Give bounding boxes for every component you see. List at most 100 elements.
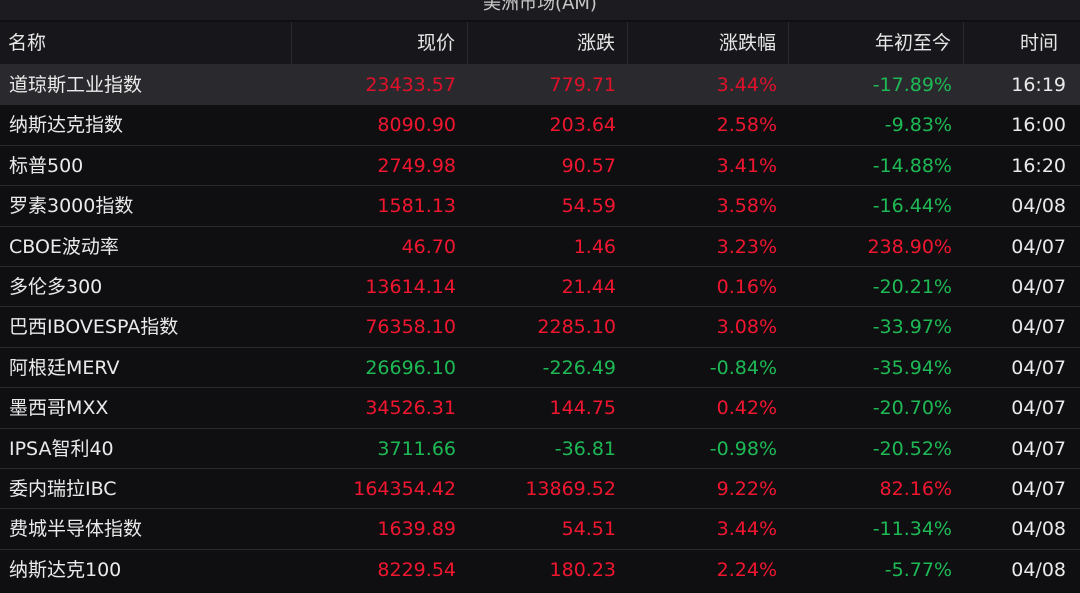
row-ytd: -33.97%	[872, 316, 952, 339]
row-name: 纳斯达克100	[9, 558, 122, 581]
row-change: 21.44	[561, 276, 616, 298]
row-ytd: -9.83%	[884, 114, 952, 137]
row-change-pct: 2.24%	[716, 558, 777, 581]
row-price: 164354.42	[353, 478, 456, 500]
row-price: 2749.98	[377, 154, 456, 177]
row-name: 巴西IBOVESPA指数	[9, 316, 179, 339]
row-time: 04/08	[1011, 195, 1066, 218]
row-time: 16:19	[1011, 74, 1066, 96]
row-time: 04/08	[1011, 558, 1066, 581]
row-change: 1.46	[573, 235, 616, 258]
table-row[interactable]: IPSA智利40 3711.66 -36.81 -0.98% -20.52% 04/07	[0, 427, 1080, 468]
row-name: 标普500	[9, 154, 84, 177]
row-time: 04/07	[1011, 276, 1066, 298]
table-row[interactable]: 委内瑞拉IBC 164354.42 13869.52 9.22% 82.16% 04/07	[0, 468, 1080, 508]
row-ytd: -16.44%	[872, 195, 952, 218]
table-row[interactable]: CBOE波动率 46.70 1.46 3.23% 238.90% 04/07	[0, 225, 1080, 266]
row-change: 779.71	[549, 74, 616, 96]
row-change: 90.57	[561, 154, 616, 177]
row-change: 54.59	[561, 195, 616, 218]
market-panel: 美洲市场(AM) 名称 现价 涨跌 涨跌幅 年初至今 时间 道琼斯工业指数 234…	[0, 0, 1080, 593]
table-header: 名称 现价 涨跌 涨跌幅 年初至今 时间	[0, 22, 1080, 64]
row-time: 04/07	[1011, 437, 1066, 460]
table-row[interactable]: 巴西IBOVESPA指数 76358.10 2285.10 3.08% -33.97% 0…	[0, 306, 1080, 346]
row-change-pct: 9.22%	[716, 478, 777, 500]
row-change: 13869.52	[525, 478, 616, 500]
row-change-pct: 3.44%	[716, 518, 777, 541]
row-price: 8229.54	[377, 558, 456, 581]
row-change-pct: 0.42%	[716, 397, 777, 420]
row-change-pct: 3.23%	[716, 235, 777, 258]
row-time: 04/07	[1011, 316, 1066, 339]
row-change: -36.81	[554, 437, 616, 460]
row-price: 8090.90	[377, 114, 456, 137]
row-price: 26696.10	[365, 356, 456, 379]
table-row[interactable]: 多伦多300 13614.14 21.44 0.16% -20.21% 04/07	[0, 266, 1080, 306]
row-ytd: -20.70%	[872, 397, 952, 420]
table-row[interactable]: 罗素3000指数 1581.13 54.59 3.58% -16.44% 04/08	[0, 185, 1080, 225]
panel-title: 美洲市场(AM)	[483, 0, 597, 14]
column-header-time[interactable]: 时间	[964, 22, 1080, 64]
table-row[interactable]: 纳斯达克指数 8090.90 203.64 2.58% -9.83% 16:00	[0, 104, 1080, 144]
row-change-pct: 2.58%	[716, 114, 777, 137]
row-change: 203.64	[549, 114, 616, 137]
row-time: 04/07	[1011, 235, 1066, 258]
table-row[interactable]: 阿根廷MERV 26696.10 -226.49 -0.84% -35.94% 04/07	[0, 346, 1080, 387]
row-name: CBOE波动率	[9, 235, 119, 258]
row-time: 04/07	[1011, 397, 1066, 420]
table-row[interactable]: 费城半导体指数 1639.89 54.51 3.44% -11.34% 04/08	[0, 508, 1080, 548]
column-header-change-pct-label: 涨跌幅	[718, 32, 776, 54]
row-price: 13614.14	[365, 276, 456, 298]
row-change-pct: -0.84%	[709, 356, 777, 379]
row-change: 144.75	[549, 397, 616, 420]
row-time: 16:20	[1011, 154, 1066, 177]
row-price: 46.70	[401, 235, 456, 258]
row-name: 道琼斯工业指数	[9, 74, 143, 96]
row-change: -226.49	[542, 356, 616, 379]
row-change-pct: 3.41%	[716, 154, 777, 177]
column-header-name-label: 名称	[8, 32, 47, 54]
column-header-change-pct[interactable]: 涨跌幅	[628, 22, 789, 64]
column-header-ytd-label: 年初至今	[874, 32, 951, 54]
column-header-price[interactable]: 现价	[292, 22, 468, 64]
row-price: 23433.57	[365, 74, 456, 96]
row-price: 3711.66	[377, 437, 456, 460]
row-time: 16:00	[1011, 114, 1066, 137]
row-ytd: -20.52%	[872, 437, 952, 460]
row-time: 04/08	[1011, 518, 1066, 541]
row-ytd: -35.94%	[872, 356, 952, 379]
row-change: 180.23	[549, 558, 616, 581]
row-price: 76358.10	[365, 316, 456, 339]
table-row[interactable]: 墨西哥MXX 34526.31 144.75 0.42% -20.70% 04/07	[0, 387, 1080, 427]
row-name: IPSA智利40	[9, 437, 114, 460]
row-change-pct: -0.98%	[709, 437, 777, 460]
row-change-pct: 3.58%	[716, 195, 777, 218]
row-name: 阿根廷MERV	[9, 356, 120, 379]
row-ytd: -11.34%	[872, 518, 952, 541]
column-header-change[interactable]: 涨跌	[468, 22, 628, 64]
row-change: 54.51	[561, 518, 616, 541]
row-name: 费城半导体指数	[9, 518, 143, 541]
row-name: 墨西哥MXX	[9, 397, 109, 420]
column-header-ytd[interactable]: 年初至今	[789, 22, 964, 64]
column-header-name[interactable]: 名称	[0, 22, 292, 64]
row-ytd: -5.77%	[884, 558, 952, 581]
row-ytd: -20.21%	[872, 276, 952, 298]
column-header-change-label: 涨跌	[576, 32, 615, 54]
row-name: 多伦多300	[9, 276, 103, 298]
column-header-price-label: 现价	[416, 32, 455, 54]
row-ytd: -17.89%	[872, 74, 952, 96]
row-name: 纳斯达克指数	[9, 114, 124, 137]
table-row[interactable]: 道琼斯工业指数 23433.57 779.71 3.44% -17.89% 16:19	[0, 64, 1080, 104]
column-header-time-label: 时间	[1019, 32, 1058, 54]
panel-title-bar: 美洲市场(AM)	[0, 0, 1080, 20]
row-time: 04/07	[1011, 356, 1066, 379]
row-ytd: 82.16%	[879, 478, 952, 500]
row-time: 04/07	[1011, 478, 1066, 500]
table-row[interactable]: 标普500 2749.98 90.57 3.41% -14.88% 16:20	[0, 144, 1080, 185]
row-name: 罗素3000指数	[9, 195, 134, 218]
row-change-pct: 0.16%	[716, 276, 777, 298]
table-row[interactable]: 纳斯达克100 8229.54 180.23 2.24% -5.77% 04/08	[0, 548, 1080, 589]
row-name: 委内瑞拉IBC	[9, 478, 117, 500]
row-price: 1639.89	[377, 518, 456, 541]
